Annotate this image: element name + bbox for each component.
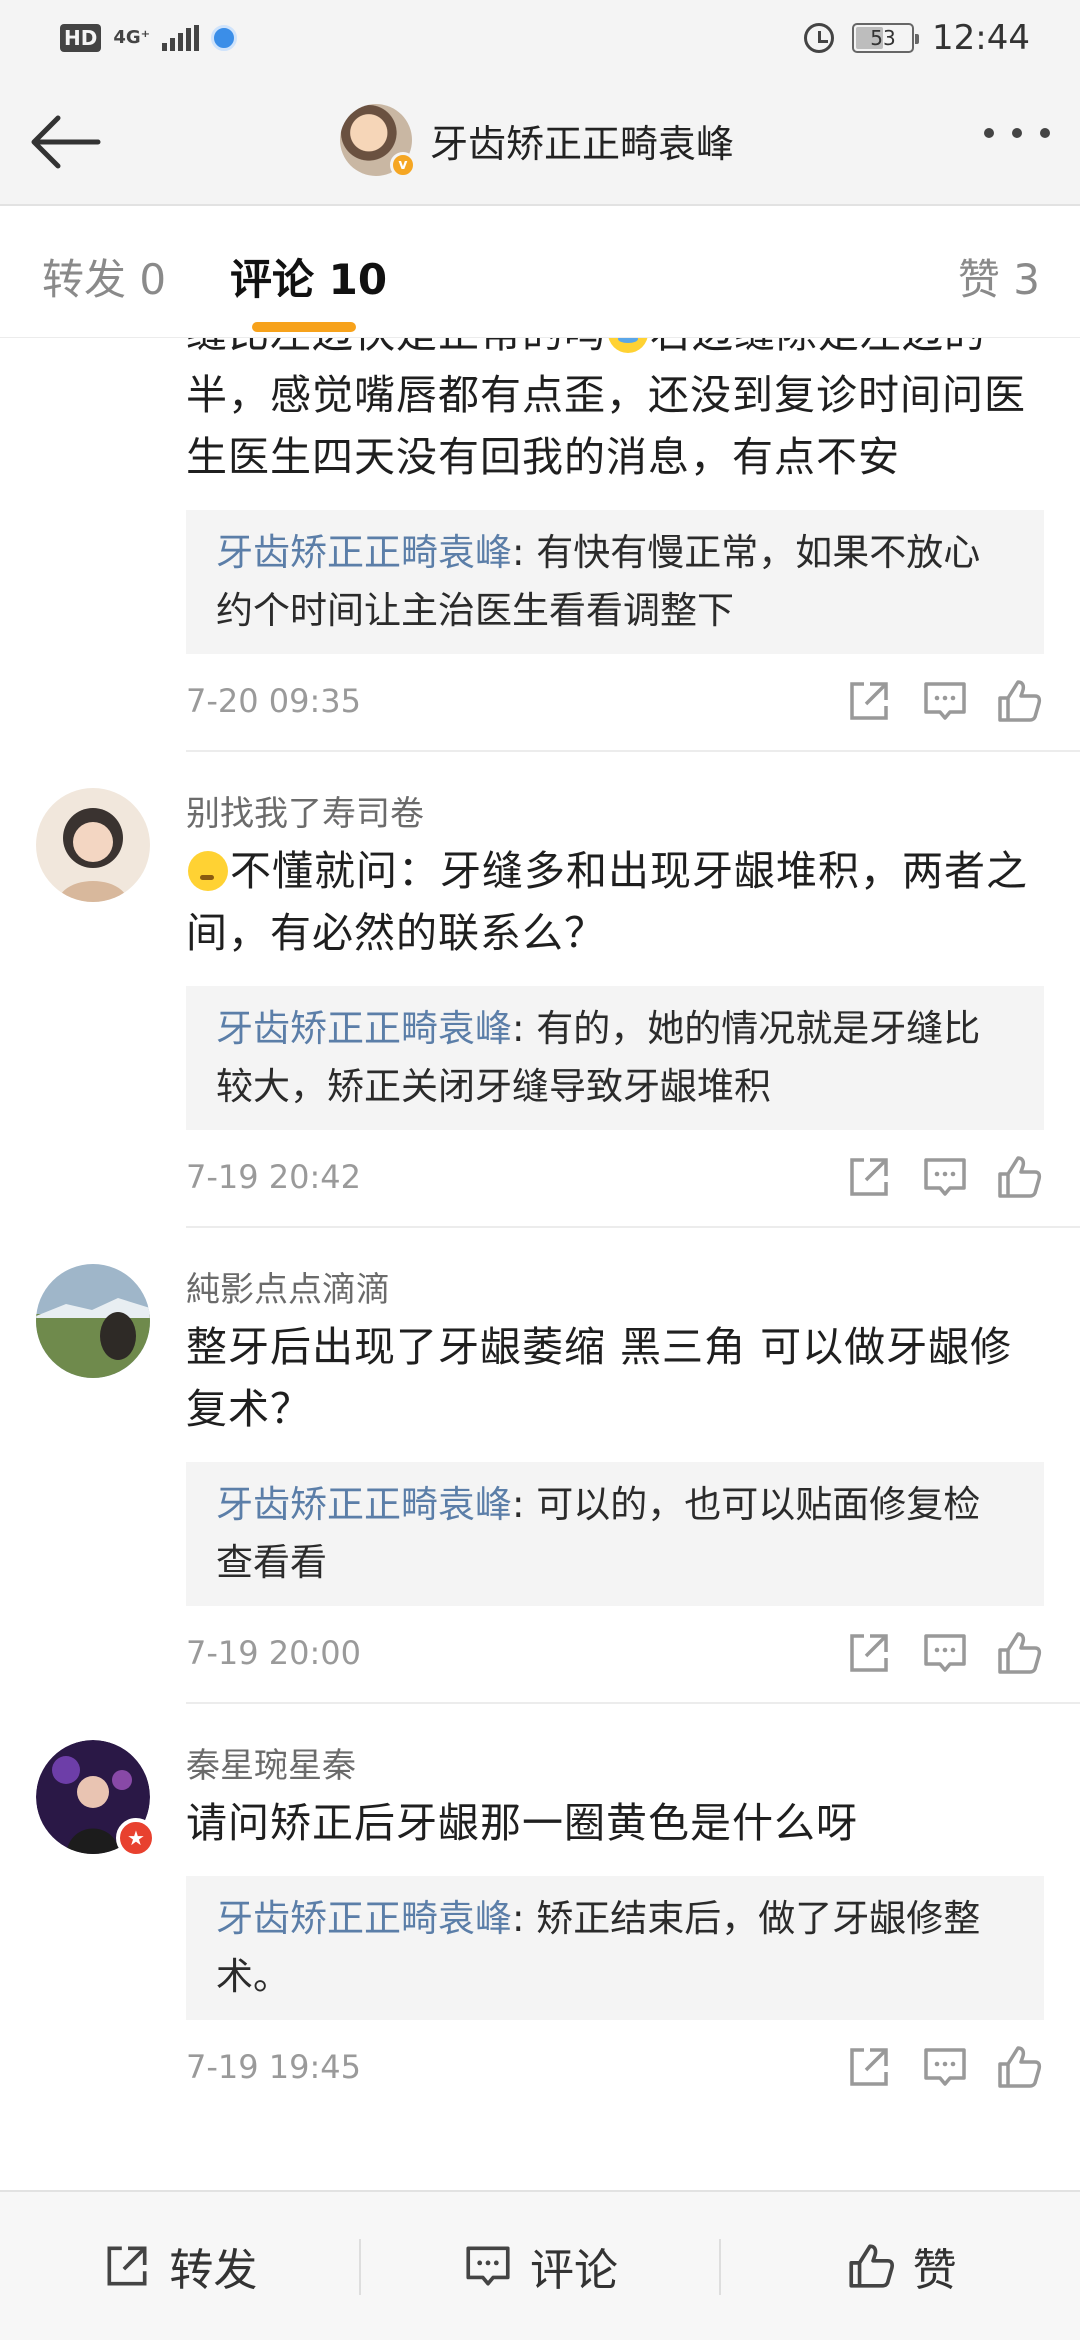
comment-icon[interactable] — [920, 1152, 970, 1202]
comment-item: 純影点点滴滴 整牙后出现了牙龈萎缩 黑三角 可以做牙龈修复术？ 牙齿矫正正畸袁峰… — [0, 1228, 1080, 1702]
hd-indicator: HD — [60, 24, 102, 52]
avatar[interactable] — [36, 788, 150, 902]
comment-icon[interactable] — [920, 676, 970, 726]
reply-author-link[interactable]: 牙齿矫正正畸袁峰 — [216, 531, 512, 574]
comment-username[interactable]: 秦星琬星秦 — [186, 1704, 1044, 1792]
comment-meta: 7-19 19:45 — [186, 2020, 1044, 2116]
comment-meta: 7-20 09:35 — [186, 654, 1044, 750]
author-reply[interactable]: 牙齿矫正正畸袁峰: 有的，她的情况就是牙缝比较大，矫正关闭牙缝导致牙龈堆积 — [186, 986, 1044, 1130]
comment-item: ★ 秦星琬星秦 请问矫正后牙龈那一圈黄色是什么呀 牙齿矫正正畸袁峰: 矫正结束后… — [0, 1704, 1080, 2116]
author-reply[interactable]: 牙齿矫正正畸袁峰: 可以的，也可以贴面修复检查看看 — [186, 1462, 1044, 1606]
battery-level: 53 — [870, 26, 896, 50]
share-icon[interactable] — [844, 676, 894, 726]
thumbs-up-icon[interactable] — [994, 676, 1044, 726]
vip-badge-icon: ★ — [116, 1818, 156, 1858]
tab-bar: 转发 0 评论 10 赞 3 — [0, 206, 1080, 338]
page-title: 牙齿矫正正畸袁峰 — [430, 121, 735, 166]
network-type: 4G⁺ — [113, 27, 151, 48]
comment-meta: 7-19 20:42 — [186, 1130, 1044, 1226]
comment-text: 请问矫正后牙龈那一圈黄色是什么呀 — [186, 1799, 858, 1847]
share-icon[interactable] — [844, 1152, 894, 1202]
more-dots-icon[interactable] — [984, 128, 1050, 138]
avatar[interactable]: v — [340, 104, 416, 178]
share-icon[interactable] — [844, 2042, 894, 2092]
comment-time: 7-19 19:45 — [186, 2048, 362, 2086]
comment-label: 评论 — [530, 2245, 618, 2296]
signal-icon — [162, 25, 200, 51]
forward-button[interactable]: 转发 — [0, 2192, 359, 2340]
status-left: HD 4G⁺ — [60, 24, 238, 52]
like-label: 赞 — [912, 2245, 957, 2296]
thumbs-up-icon[interactable] — [994, 2042, 1044, 2092]
clock: 12:44 — [932, 18, 1030, 58]
battery-icon: 53 — [852, 23, 920, 53]
comment-item: 别找我了寿司卷 不懂就问：牙缝多和出现牙龈堆积，两者之间，有必然的联系么？ 牙齿… — [0, 752, 1080, 1226]
comment-list-inner: 缝比左边快是正常的吗右边缝隙是左边的一半，感觉嘴唇都有点歪，还没到复诊时间问医生… — [0, 338, 1080, 2116]
comment-meta: 7-19 20:00 — [186, 1606, 1044, 1702]
top-nav-bar: v 牙齿矫正正畸袁峰 — [0, 76, 1080, 206]
like-button[interactable]: 赞 — [721, 2192, 1080, 2340]
alarm-icon — [804, 23, 835, 53]
bottom-action-bar: 转发 评论 赞 — [0, 2190, 1080, 2340]
avatar[interactable]: ★ — [36, 1740, 156, 1858]
author-reply[interactable]: 牙齿矫正正畸袁峰: 有快有慢正常，如果不放心约个时间让主治医生看看调整下 — [186, 510, 1044, 654]
comment-icon — [466, 2246, 510, 2286]
comment-icon[interactable] — [920, 2042, 970, 2092]
comment-icon[interactable] — [920, 1628, 970, 1678]
status-bar: HD 4G⁺ 53 12:44 — [0, 0, 1080, 76]
tab-comments[interactable]: 评论 10 — [230, 246, 387, 307]
comment-list[interactable]: 缝比左边快是正常的吗右边缝隙是左边的一半，感觉嘴唇都有点歪，还没到复诊时间问医生… — [0, 338, 1080, 2190]
comment-time: 7-19 20:42 — [186, 1158, 362, 1196]
forward-label: 转发 — [169, 2245, 258, 2296]
arrow-left-icon[interactable] — [28, 112, 102, 172]
reply-author-link[interactable]: 牙齿矫正正畸袁峰 — [216, 1007, 512, 1050]
header-title-group[interactable]: v 牙齿矫正正畸袁峰 — [340, 104, 735, 178]
comment-text: 不懂就问：牙缝多和出现牙龈堆积，两者之间，有必然的联系么？ — [186, 847, 1028, 957]
comment-time: 7-19 20:00 — [186, 1634, 362, 1672]
reply-author-link[interactable]: 牙齿矫正正畸袁峰 — [216, 1483, 512, 1526]
comment-item: 缝比左边快是正常的吗右边缝隙是左边的一半，感觉嘴唇都有点歪，还没到复诊时间问医生… — [0, 338, 1080, 750]
browser-icon — [211, 25, 238, 51]
crying-face-icon — [608, 338, 648, 353]
author-reply[interactable]: 牙齿矫正正畸袁峰: 矫正结束后，做了牙龈修整术。 — [186, 1876, 1044, 2020]
share-icon — [107, 2246, 147, 2286]
comment-button[interactable]: 评论 — [361, 2192, 720, 2340]
active-tab-indicator — [252, 322, 356, 332]
comment-text: 整牙后出现了牙龈萎缩 黑三角 可以做牙龈修复术？ — [186, 1323, 1013, 1433]
comment-username[interactable]: 别找我了寿司卷 — [186, 752, 1044, 840]
verified-badge-icon: v — [390, 152, 416, 178]
share-icon[interactable] — [844, 1628, 894, 1678]
comment-time: 7-20 09:35 — [186, 682, 362, 720]
tab-forwards[interactable]: 转发 0 — [42, 246, 166, 307]
thumbs-up-icon[interactable] — [994, 1152, 1044, 1202]
avatar[interactable] — [36, 1264, 150, 1378]
thumbs-up-icon — [849, 2244, 894, 2288]
reply-author-link[interactable]: 牙齿矫正正畸袁峰 — [216, 1897, 512, 1940]
thinking-face-icon — [188, 851, 228, 891]
thumbs-up-icon[interactable] — [994, 1628, 1044, 1678]
status-right: 53 12:44 — [804, 18, 1030, 58]
comment-username[interactable]: 純影点点滴滴 — [186, 1228, 1044, 1316]
tab-likes[interactable]: 赞 3 — [958, 246, 1040, 307]
comment-text: 缝比左边快是正常的吗右边缝隙是左边的一半，感觉嘴唇都有点歪，还没到复诊时间问医生… — [186, 338, 1044, 488]
